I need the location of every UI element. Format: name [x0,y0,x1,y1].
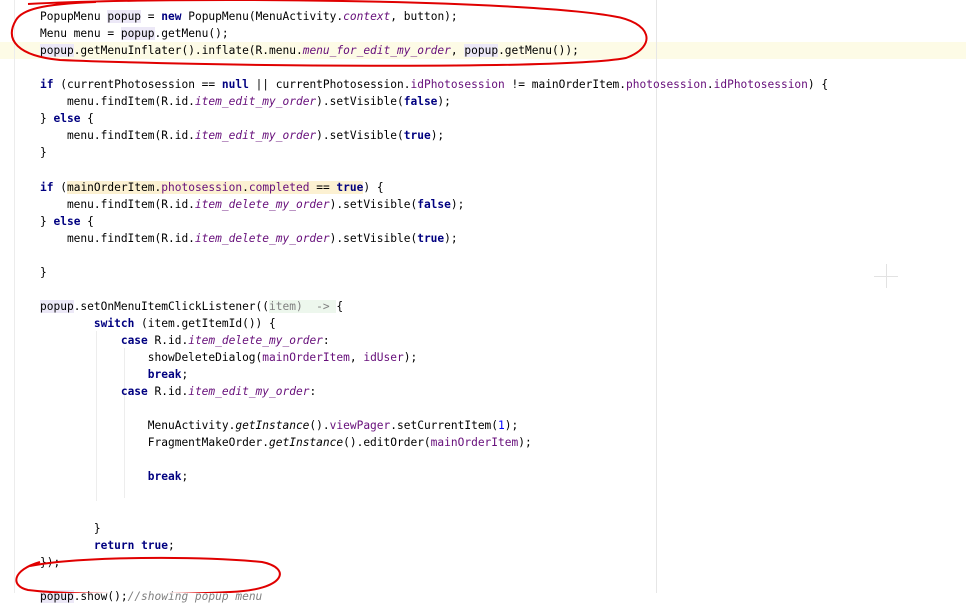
red-circle-annotation [10,0,648,67]
annotation-layer [10,0,648,593]
red-circle-annotation [15,556,281,593]
